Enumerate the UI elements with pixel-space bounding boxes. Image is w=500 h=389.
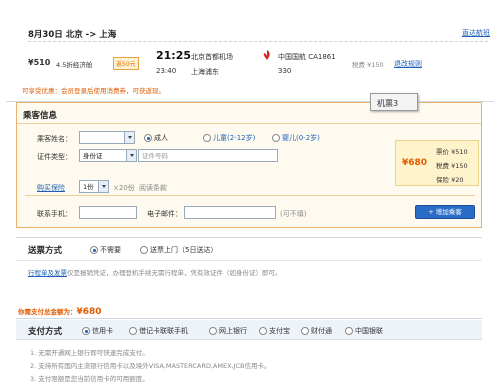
delivery-info-text: 仅是报销凭证，办理登机手续无需行程单，凭有效证件（如身份证）即可。 [67, 269, 282, 277]
pay-option-unionpay[interactable]: 中国银联 [345, 326, 383, 336]
email-label: 电子邮件： [147, 210, 182, 218]
name-label: 乘客姓名： [37, 135, 72, 143]
pay-credit-label: 信用卡 [92, 327, 113, 335]
divider [28, 41, 488, 42]
email-input[interactable] [184, 206, 276, 219]
radio-icon [259, 327, 267, 335]
pay-online-label: 网上银行 [219, 327, 247, 335]
id-type-value: 身份证 [83, 152, 103, 160]
pay-option-tenpay[interactable]: 财付通 [301, 326, 332, 336]
date-route: 8月30日 北京 -> 上海 [28, 30, 117, 40]
divider [17, 123, 481, 124]
tooltip-box: 机票3 [370, 93, 418, 111]
delivery-option-door[interactable]: 送票上门（5日送达） [140, 245, 217, 255]
radio-icon [203, 134, 211, 142]
payment-note-3: 3. 支付限额是您当前信用卡的可用额度。 [30, 375, 149, 383]
aircraft-type: 330 [278, 67, 292, 75]
payment-total-amount: ¥680 [76, 307, 102, 317]
payment-note-1: 1. 无需开通网上银行即可快速完成支付。 [30, 349, 149, 357]
insurance-price: ×20份 [113, 184, 135, 192]
add-passenger-label: + 增加乘客 [428, 208, 462, 216]
radio-icon [209, 327, 217, 335]
passenger-type-infant[interactable]: 婴儿(0-2岁) [272, 133, 320, 143]
radio-icon [129, 327, 137, 335]
promo-notice: 可享受优惠：会员登录后使用消费券，可获返现。 [22, 87, 165, 95]
passenger-type-adult[interactable]: 成人 [144, 133, 168, 143]
discount-label: 4.5折经济舱 [56, 61, 93, 69]
refund-rules-link[interactable]: 退改规则 [394, 59, 422, 69]
delivery-option-none[interactable]: 不需要 [90, 245, 121, 255]
flight-price: ¥510 [28, 58, 51, 67]
payment-total-label: 你需支付总金额为： [18, 308, 77, 316]
id-number-placeholder: 证件号码 [142, 152, 168, 160]
payment-note-2: 2. 支持所有国内主流银行信用卡以及境外VISA,MASTERCARD,AMEX… [30, 362, 271, 370]
payment-title: 支付方式 [28, 327, 63, 337]
id-type-select[interactable]: 身份证 [79, 149, 137, 162]
price-line-fare: 票价 ¥510 [436, 148, 468, 156]
id-number-input[interactable]: 证件号码 [138, 149, 278, 162]
passenger-type-child[interactable]: 儿童(2-12岁) [203, 133, 255, 143]
price-line-tax: 税费 ¥150 [436, 162, 468, 170]
passenger-section: 乘客信息 机票3 乘客姓名： 成人 儿童(2-12岁) 婴儿(0-2岁) 证件类… [16, 93, 482, 228]
radio-icon [272, 134, 280, 142]
insurance-terms[interactable]: 阅读条款 [139, 183, 167, 193]
passenger-name-select[interactable] [79, 131, 135, 144]
airline-logo-icon [262, 50, 272, 60]
insurance-count-value: 1份 [83, 183, 94, 191]
pay-debit-label: 借记卡联联手机 [139, 327, 188, 335]
id-type-label: 证件类型： [37, 153, 72, 161]
price-total: ¥680 [402, 158, 428, 168]
pay-option-online[interactable]: 网上银行 [209, 326, 247, 336]
pay-alipay-label: 支付宝 [269, 327, 290, 335]
radio-icon [82, 327, 90, 335]
radio-icon [144, 134, 152, 142]
pay-option-alipay[interactable]: 支付宝 [259, 326, 290, 336]
divider [16, 260, 482, 261]
price-line-insurance: 保险 ¥20 [436, 176, 464, 184]
radio-icon [345, 327, 353, 335]
cashback-badge: 返50元 [113, 57, 139, 70]
payment-section: 支付方式 信用卡 借记卡联联手机 网上银行 支付宝 财付通 中国银联 1. 无需… [16, 318, 482, 386]
arrival-airport: 上海浦东 [191, 68, 219, 76]
passenger-section-title: 乘客信息 [23, 111, 58, 121]
adult-label: 成人 [154, 134, 168, 142]
departure-time: 21:25 [156, 49, 192, 62]
infant-label: 婴儿(0-2岁) [282, 134, 320, 142]
pay-option-credit[interactable]: 信用卡 [82, 326, 113, 336]
price-summary-box: ¥680 票价 ¥510 税费 ¥150 保险 ¥20 [395, 140, 479, 186]
tax-label: 税费 ¥150 [352, 61, 384, 69]
pay-unionpay-label: 中国银联 [355, 327, 383, 335]
radio-icon [140, 246, 148, 254]
add-passenger-button[interactable]: + 增加乘客 [415, 205, 475, 219]
radio-icon [90, 246, 98, 254]
email-hint: (可不填) [280, 210, 307, 218]
delivery-section: 送票方式 不需要 送票上门（5日送达） 行程单及发票仅是报销凭证，办理登机手续无… [16, 237, 482, 283]
arrival-time: 23:40 [156, 67, 177, 75]
delivery-info: 行程单及发票仅是报销凭证，办理登机手续无需行程单，凭有效证件（如身份证）即可。 [28, 267, 282, 277]
payment-total: 你需支付总金额为：¥680 [18, 306, 102, 317]
buy-insurance-link[interactable]: 购买保险 [37, 183, 65, 193]
phone-label: 联系手机： [37, 210, 72, 218]
direct-flight-link[interactable]: 直达航班 [462, 28, 490, 38]
delivery-none-label: 不需要 [100, 246, 121, 254]
airline-flight: 中国国航 CA1861 [278, 53, 336, 61]
pay-option-debit[interactable]: 借记卡联联手机 [129, 326, 188, 336]
tooltip-text: 机票3 [377, 99, 399, 108]
itinerary-link[interactable]: 行程单及发票 [28, 269, 67, 277]
delivery-door-label: 送票上门（5日送达） [150, 246, 218, 254]
departure-airport: 北京首都机场 [191, 53, 233, 61]
radio-icon [301, 327, 309, 335]
phone-input[interactable] [79, 206, 137, 219]
child-label: 儿童(2-12岁) [213, 134, 256, 142]
delivery-title: 送票方式 [28, 246, 63, 256]
insurance-count-select[interactable]: 1份 [79, 180, 109, 193]
pay-tenpay-label: 财付通 [311, 327, 332, 335]
divider [25, 195, 475, 196]
